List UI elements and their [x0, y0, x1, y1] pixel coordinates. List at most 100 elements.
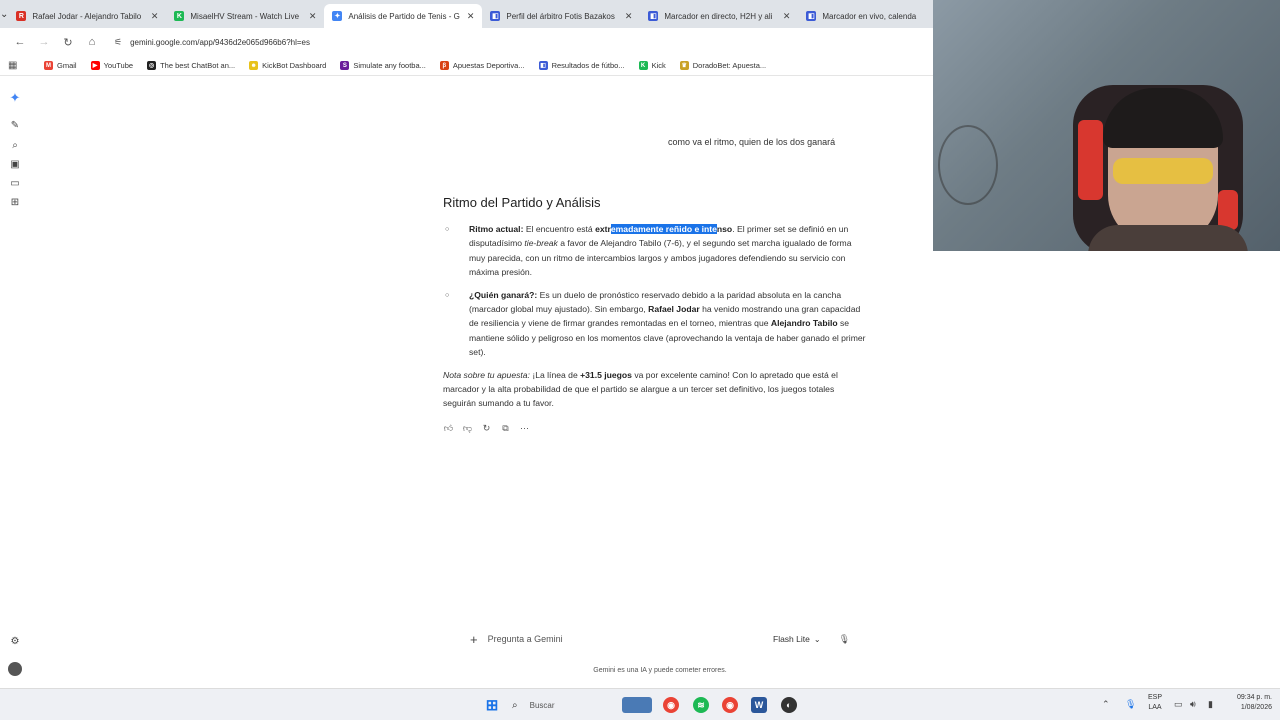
app-icon[interactable]: ◐	[781, 697, 797, 713]
forward-icon[interactable]: →	[32, 36, 56, 48]
microphone-icon[interactable]: 🎙︎	[1125, 699, 1136, 710]
bookmark-item[interactable]: S Simulate any footba...	[340, 61, 426, 70]
bookmark-label: Kick	[651, 61, 666, 70]
bookmark-item[interactable]: K Kick	[638, 61, 666, 70]
bookmark-label: The best ChatBot an...	[160, 61, 236, 70]
widget-weather-icon[interactable]	[622, 697, 652, 713]
prompt-input[interactable]: Pregunta a Gemini	[488, 634, 773, 644]
url-text: gemini.google.com/app/9436d2e065d966b6?h…	[130, 37, 311, 47]
browser-tab[interactable]: R Rafael Jodar - Alejandro Tabilo ✕	[8, 4, 166, 28]
bookmark-item[interactable]: ◧ Resultados de fútbo...	[538, 61, 625, 70]
address-bar: ← → ↻ ⌂ ⚟ gemini.google.com/app/9436d2e0…	[0, 28, 933, 56]
bookmark-item[interactable]: M Gmail	[44, 61, 77, 70]
tab-favicon-icon: ◧	[806, 11, 817, 21]
date-text: 1/08/2026	[1240, 704, 1272, 711]
chrome-icon[interactable]: ◉	[722, 697, 738, 713]
item-bold: extr	[595, 224, 611, 234]
gems-icon[interactable]: ▣	[9, 159, 21, 170]
microphone-icon[interactable]: 🎙︎	[839, 634, 850, 645]
reload-icon[interactable]: ↻	[56, 36, 80, 49]
close-tab-icon[interactable]: ✕	[309, 11, 317, 22]
bookmarks-bar: ▦ M Gmail ▶ YouTube ◎ The best ChatBot an... ☻…	[0, 56, 933, 76]
more-options-icon[interactable]: ⋯	[519, 423, 530, 434]
list-item: ○ Ritmo actual: El encuentro está extrem…	[443, 222, 868, 280]
browser-tab[interactable]: ✦ Análisis de Partido de Tenis - G ✕	[324, 4, 483, 28]
bookmark-favicon-icon: ♛	[679, 61, 689, 70]
bookmark-label: Apuestas Deportiva...	[452, 61, 525, 70]
tab-title: Perfil del árbitro Fotis Bazakos	[506, 11, 615, 21]
bookmark-item[interactable]: β Apuestas Deportiva...	[439, 61, 525, 70]
webcam-overlay	[933, 0, 1280, 251]
chrome-icon[interactable]: ◉	[663, 697, 679, 713]
tab-title: Marcador en directo, H2H y ali	[664, 11, 773, 21]
apps-grid-icon[interactable]: ▦	[8, 60, 30, 71]
thumbs-up-icon[interactable]: 👍︎	[443, 423, 454, 434]
bookmark-favicon-icon: ▶	[90, 61, 100, 70]
chair-accent	[1078, 120, 1103, 200]
thumbs-down-icon[interactable]: 👎︎	[462, 423, 473, 434]
clock[interactable]: 09:34 p. m. 1/08/2026	[1224, 693, 1272, 713]
bookmark-label: DoradoBet: Apuesta...	[692, 61, 767, 70]
home-icon[interactable]: ⌂	[80, 36, 104, 48]
language-indicator[interactable]: ESP LAA	[1146, 693, 1164, 713]
bookmark-label: KickBot Dashboard	[262, 61, 327, 70]
windows-start-icon[interactable]: ⊞	[484, 697, 500, 714]
spotify-icon[interactable]: ≋	[693, 697, 709, 713]
bookmark-item[interactable]: ▶ YouTube	[90, 61, 133, 70]
copy-icon[interactable]: ⧉	[500, 423, 511, 434]
search-chats-icon[interactable]: ⌕	[9, 140, 21, 151]
battery-icon[interactable]: ▮	[1208, 699, 1213, 710]
model-response: Ritmo del Partido y Análisis ○ Ritmo act…	[443, 195, 868, 434]
url-field[interactable]: ⚟ gemini.google.com/app/9436d2e065d966b6…	[114, 37, 310, 48]
word-icon[interactable]: W	[751, 697, 767, 713]
library-icon[interactable]: ▭	[9, 178, 21, 189]
close-tab-icon[interactable]: ✕	[625, 11, 633, 22]
bookmark-favicon-icon: M	[44, 61, 53, 70]
regenerate-icon[interactable]: ↻	[481, 423, 492, 434]
close-tab-icon[interactable]: ✕	[783, 11, 791, 22]
gemini-logo-icon[interactable]: ✦	[9, 90, 21, 106]
volume-icon[interactable]: 🔊︎	[1190, 699, 1196, 710]
bookmark-favicon-icon: ◧	[538, 61, 548, 70]
keyboard-layout: LAA	[1148, 704, 1162, 711]
list-item: ○ ¿Quién ganará?: Es un duelo de pronóst…	[443, 288, 868, 360]
avatar[interactable]	[8, 662, 22, 676]
user-query-bubble: como va el ritmo, quien de los dos ganar…	[668, 137, 836, 147]
bookmark-item[interactable]: ◎ The best ChatBot an...	[147, 61, 235, 70]
item-bold: Alejandro Tabilo	[770, 318, 838, 329]
bookmark-label: Resultados de fútbo...	[551, 61, 625, 70]
model-selector[interactable]: Flash Lite ⌄	[773, 634, 821, 644]
close-tab-icon[interactable]: ✕	[467, 11, 475, 22]
tab-title: Rafael Jodar - Alejandro Tabilo	[32, 11, 142, 21]
browser-tab[interactable]: ◧ Marcador en directo, H2H y ali ✕	[640, 4, 798, 28]
network-icon[interactable]: ▭	[1174, 699, 1183, 710]
bookmark-item[interactable]: ☻ KickBot Dashboard	[249, 61, 326, 70]
selected-text: emadamente reñido e inte	[610, 224, 717, 234]
bookmark-label: Simulate any footba...	[353, 61, 426, 70]
settings-gear-icon[interactable]: ⚙	[9, 636, 21, 647]
note-label: Nota sobre tu apuesta:	[443, 369, 530, 380]
response-heading: Ritmo del Partido y Análisis	[443, 195, 601, 210]
add-attachment-icon[interactable]: +	[470, 632, 478, 647]
tab-favicon-icon: ◧	[490, 11, 501, 21]
response-actions: 👍︎ 👎︎ ↻ ⧉ ⋯	[443, 423, 868, 434]
gemini-left-rail: ✦ ✎ ⌕ ▣ ▭ ⊞ ⚙	[0, 76, 30, 688]
bookmark-favicon-icon: K	[638, 61, 648, 70]
item-italic: tie-break	[524, 238, 558, 249]
tray-chevron-up-icon[interactable]: ⌃	[1102, 699, 1110, 710]
browser-tab[interactable]: ◧Marcador en vivo, calenda✕	[798, 4, 933, 28]
apps-icon[interactable]: ⊞	[9, 197, 21, 208]
taskbar: ⊞ ⌕ Buscar ◉ ≋ ◉ W ◐ ⌃ 🎙︎ ESP LAA ▭ 🔊︎ ▮…	[0, 688, 1280, 720]
bullet-icon: ○	[445, 226, 450, 233]
site-info-icon[interactable]: ⚟	[114, 37, 122, 48]
tab-title: MisaelHV Stream - Watch Live	[190, 11, 300, 21]
browser-tab[interactable]: ◧ Perfil del árbitro Fotis Bazakos ✕	[482, 4, 640, 28]
shirt-shape	[1088, 225, 1248, 251]
search-placeholder: Buscar	[529, 700, 555, 710]
bookmark-item[interactable]: ♛ DoradoBet: Apuesta...	[679, 61, 767, 70]
browser-tab[interactable]: K MisaelHV Stream - Watch Live ✕	[166, 4, 324, 28]
close-tab-icon[interactable]: ✕	[151, 11, 159, 22]
back-icon[interactable]: ←	[8, 36, 32, 48]
new-chat-icon[interactable]: ✎	[9, 120, 21, 131]
tab-search-chevron-icon[interactable]: ⌄	[0, 0, 8, 28]
